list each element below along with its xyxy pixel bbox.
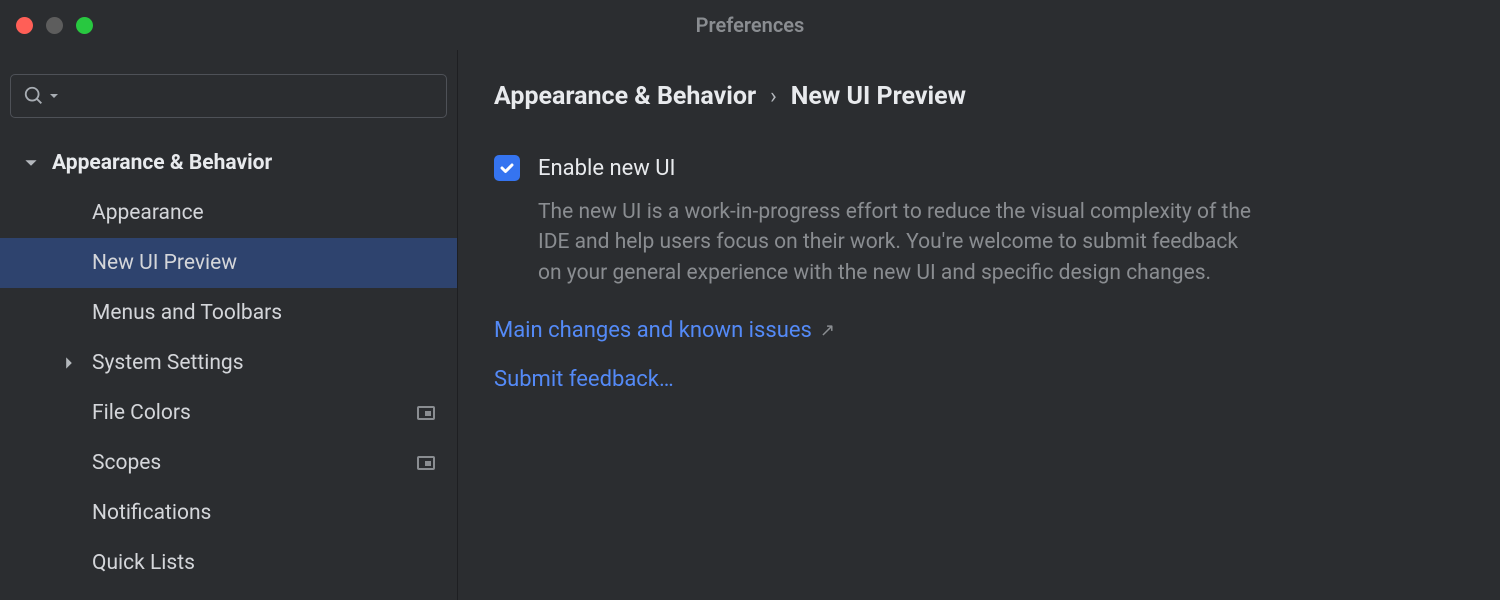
breadcrumb: Appearance & Behavior › New UI Preview	[494, 82, 1464, 111]
titlebar: Preferences	[0, 0, 1500, 50]
tree-item-quick-lists[interactable]: Quick Lists	[0, 538, 457, 588]
enable-new-ui-label: Enable new UI	[538, 156, 676, 181]
tree-item-label: Menus and Toolbars	[92, 301, 282, 325]
enable-new-ui-row: Enable new UI	[494, 155, 1464, 181]
tree-item-appearance[interactable]: Appearance	[0, 188, 457, 238]
search-box[interactable]	[10, 74, 447, 118]
breadcrumb-current: New UI Preview	[791, 82, 966, 111]
close-window-button[interactable]	[16, 17, 33, 34]
link-text: Submit feedback…	[494, 367, 674, 392]
chevron-right-icon: ›	[770, 84, 777, 109]
link-text: Main changes and known issues	[494, 318, 812, 343]
chevron-down-icon	[24, 156, 38, 170]
window-title: Preferences	[696, 13, 805, 37]
checkmark-icon	[499, 160, 515, 176]
tree-item-system-settings[interactable]: System Settings	[0, 338, 457, 388]
tree-item-label: Appearance	[92, 201, 204, 225]
main-changes-link[interactable]: Main changes and known issues ↗	[494, 318, 1464, 343]
search-input[interactable]	[63, 86, 434, 107]
tree-item-label: Quick Lists	[92, 551, 195, 575]
tree-item-scopes[interactable]: Scopes	[0, 438, 457, 488]
content-area: Appearance & Behavior Appearance New UI …	[0, 50, 1500, 600]
submit-feedback-link[interactable]: Submit feedback…	[494, 367, 1464, 392]
tree-category-appearance-behavior[interactable]: Appearance & Behavior	[0, 138, 457, 188]
minimize-window-button[interactable]	[46, 17, 63, 34]
tree-item-label: Scopes	[92, 451, 161, 475]
tree-category-label: Appearance & Behavior	[52, 151, 272, 175]
main-panel: Appearance & Behavior › New UI Preview E…	[458, 50, 1500, 600]
tree-item-label: File Colors	[92, 401, 191, 425]
chevron-down-icon	[49, 91, 59, 101]
project-scope-icon	[417, 456, 435, 470]
new-ui-description: The new UI is a work-in-progress effort …	[538, 197, 1258, 288]
tree-item-menus-toolbars[interactable]: Menus and Toolbars	[0, 288, 457, 338]
tree-item-label: System Settings	[92, 351, 244, 375]
tree-item-label: Notifications	[92, 501, 211, 525]
settings-tree: Appearance & Behavior Appearance New UI …	[0, 138, 457, 600]
preferences-window: Preferences Appearance & Behavior	[0, 0, 1500, 600]
external-link-icon: ↗	[820, 320, 835, 341]
enable-new-ui-checkbox[interactable]	[494, 155, 520, 181]
search-icon	[23, 85, 45, 107]
maximize-window-button[interactable]	[76, 17, 93, 34]
tree-item-notifications[interactable]: Notifications	[0, 488, 457, 538]
tree-item-label: New UI Preview	[92, 251, 237, 275]
project-scope-icon	[417, 406, 435, 420]
tree-item-new-ui-preview[interactable]: New UI Preview	[0, 238, 457, 288]
sidebar: Appearance & Behavior Appearance New UI …	[0, 50, 458, 600]
chevron-right-icon	[62, 356, 76, 370]
traffic-lights	[16, 17, 93, 34]
tree-item-file-colors[interactable]: File Colors	[0, 388, 457, 438]
breadcrumb-parent: Appearance & Behavior	[494, 82, 756, 111]
